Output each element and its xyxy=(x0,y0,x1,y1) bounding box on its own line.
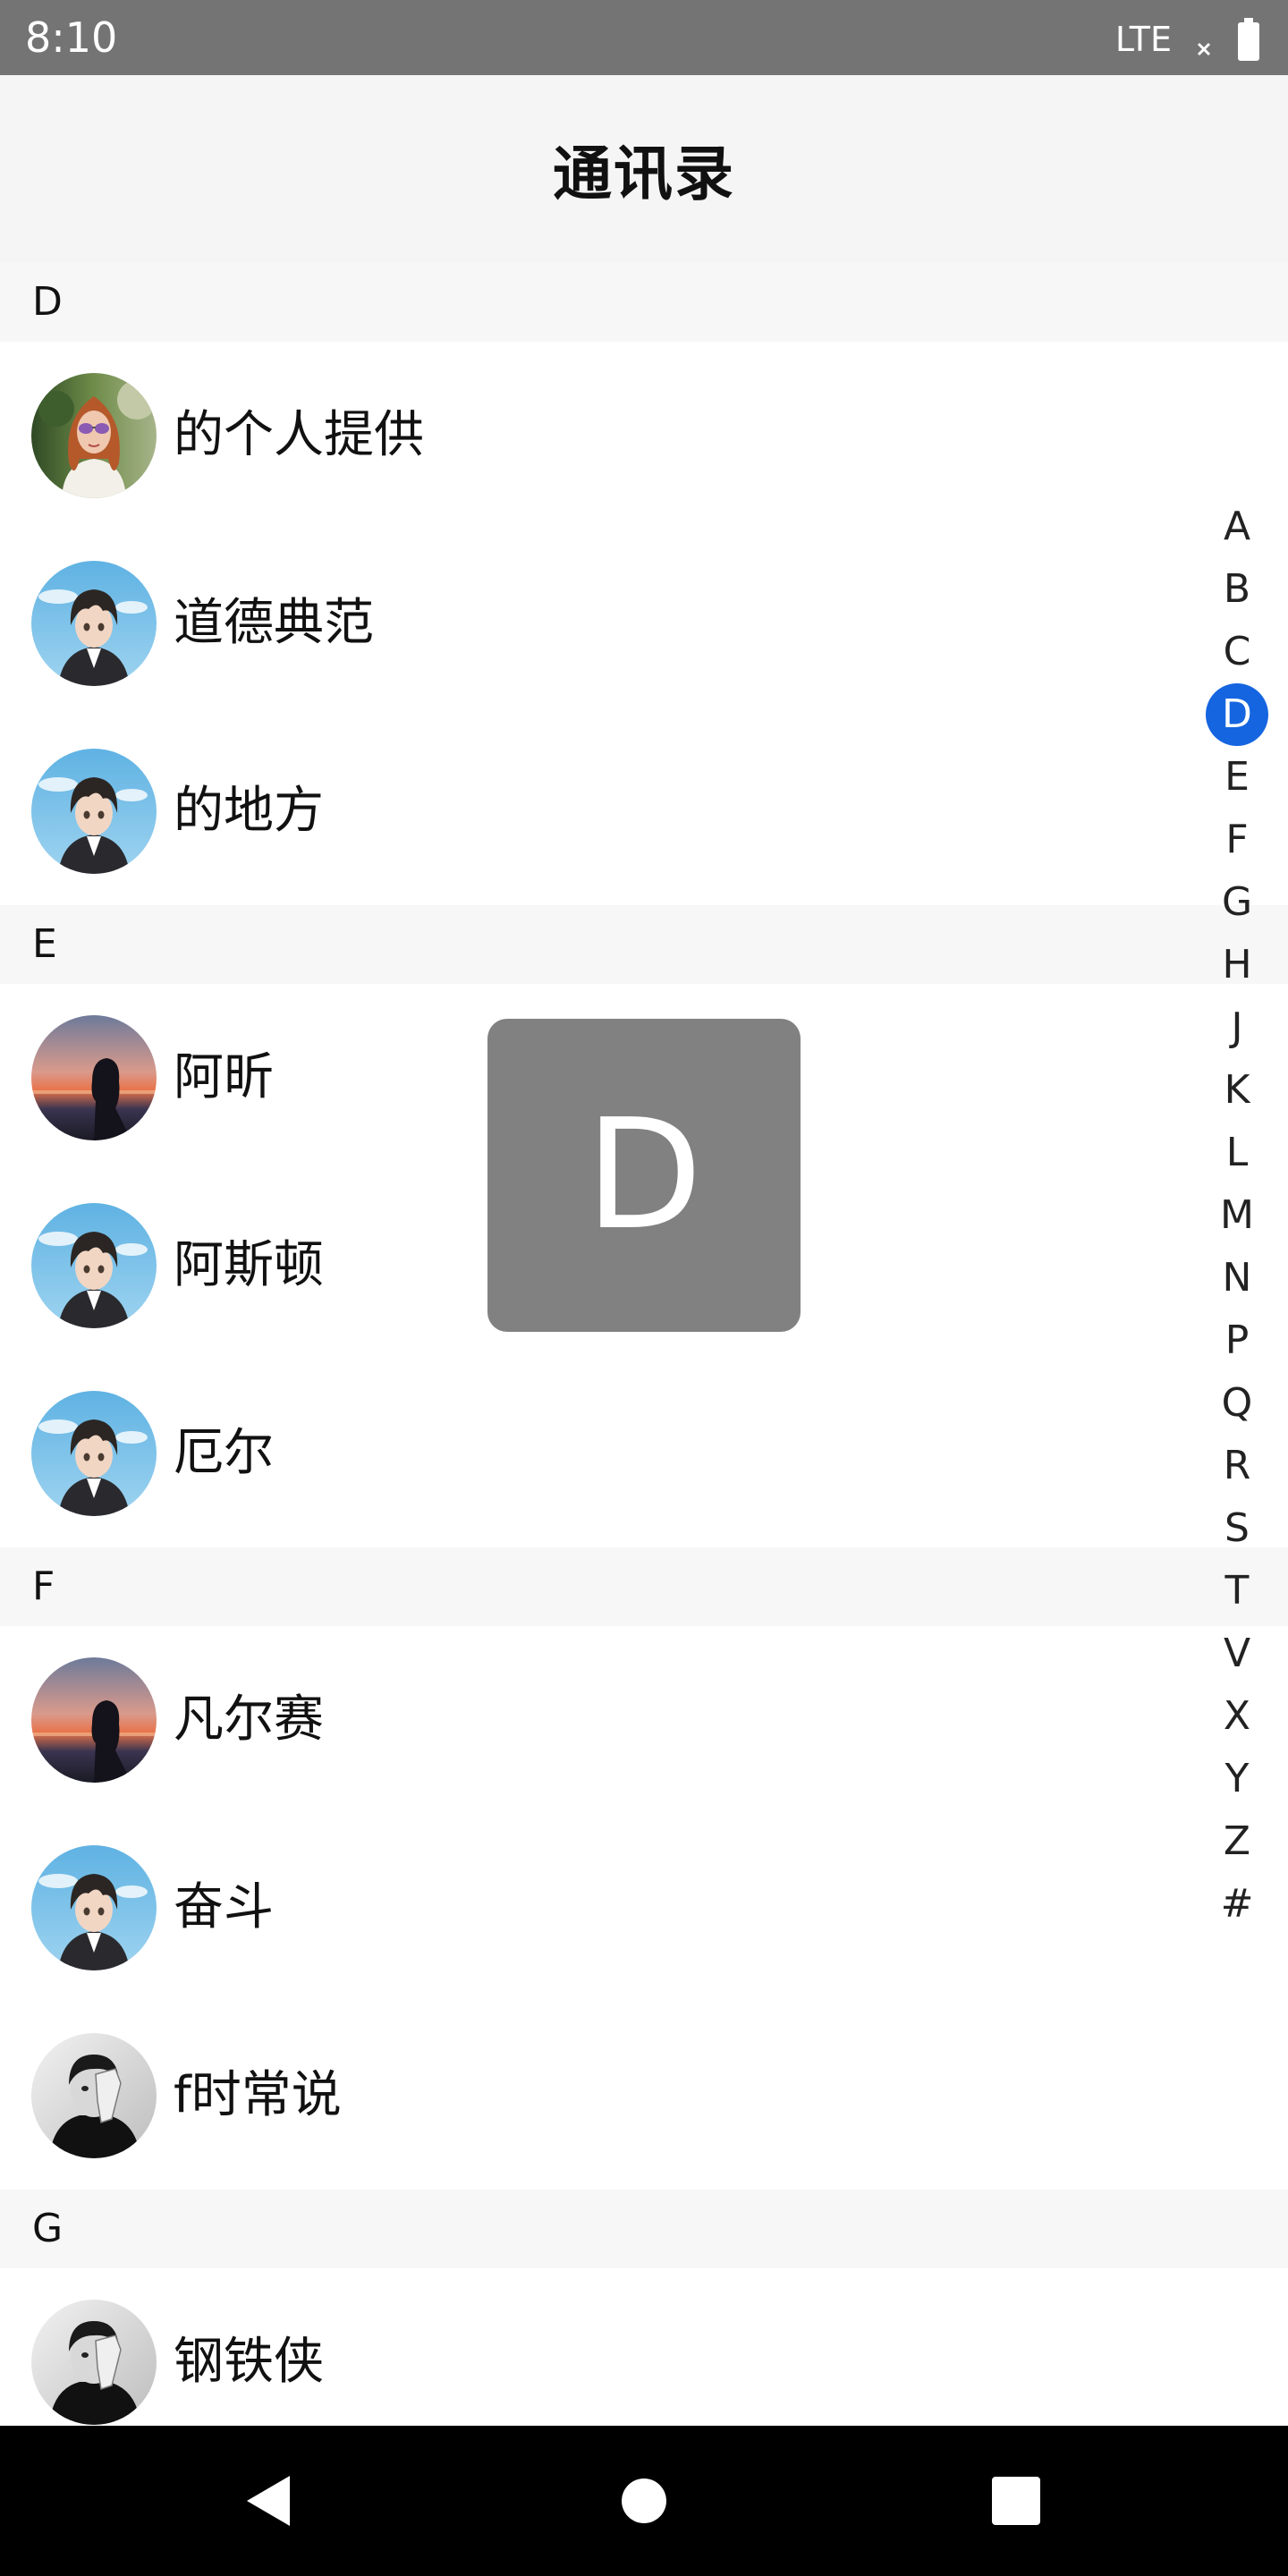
contact-name: 道德典范 xyxy=(174,594,374,652)
page-title: 通讯录 xyxy=(553,140,735,208)
title-bar: 通讯录 xyxy=(0,75,1288,263)
status-time: 8:10 xyxy=(25,13,118,62)
status-bar: 8:10 LTE xyxy=(0,0,1288,75)
index-letter[interactable]: M xyxy=(1206,1184,1268,1247)
contact-row[interactable]: 凡尔赛 xyxy=(0,1626,1288,1814)
index-letter[interactable]: C xyxy=(1206,621,1268,683)
contact-row[interactable]: f时常说 xyxy=(0,2002,1288,2190)
index-letter[interactable]: F xyxy=(1206,809,1268,871)
contact-row[interactable]: 的个人提供 xyxy=(0,342,1288,530)
avatar xyxy=(31,749,157,874)
index-letter[interactable]: E xyxy=(1206,746,1268,809)
contact-row[interactable]: 奋斗 xyxy=(0,1814,1288,2002)
avatar xyxy=(31,1015,157,1140)
alphabet-index[interactable]: A B C D E F G H J K L M N P Q R S T V X Y Z # xyxy=(1190,496,1288,1936)
avatar xyxy=(31,373,157,498)
contact-name: f时常说 xyxy=(174,2066,342,2124)
recents-icon xyxy=(992,2477,1040,2525)
index-letter[interactable]: A xyxy=(1206,496,1268,558)
index-letter[interactable]: D xyxy=(1206,683,1268,746)
index-letter[interactable]: T xyxy=(1206,1560,1268,1623)
avatar xyxy=(31,1845,157,1970)
index-letter[interactable]: K xyxy=(1206,1059,1268,1122)
section-header: G xyxy=(0,2190,1288,2268)
contacts-screen: 8:10 LTE 通讯录 D 的个人提供 道德典范 的地方 E 阿昕 阿斯顿 厄… xyxy=(0,0,1288,2576)
back-button[interactable] xyxy=(233,2465,304,2537)
section-letter: G xyxy=(32,2206,64,2251)
contact-row[interactable]: 的地方 xyxy=(0,717,1288,905)
section-header: E xyxy=(0,905,1288,984)
home-icon xyxy=(622,2479,666,2523)
battery-icon xyxy=(1238,18,1259,61)
back-icon xyxy=(247,2476,290,2526)
section-header: F xyxy=(0,1547,1288,1626)
contact-name: 钢铁侠 xyxy=(174,2333,324,2391)
signal-off-icon xyxy=(1197,42,1211,56)
contact-row[interactable]: 道德典范 xyxy=(0,530,1288,717)
index-letter[interactable]: N xyxy=(1206,1247,1268,1309)
recents-button[interactable] xyxy=(980,2465,1052,2537)
section-letter: D xyxy=(32,279,63,325)
index-letter[interactable]: V xyxy=(1206,1623,1268,1685)
avatar xyxy=(31,2300,157,2425)
contact-name: 的地方 xyxy=(174,782,324,840)
contact-name: 凡尔赛 xyxy=(174,1690,324,1749)
avatar xyxy=(31,561,157,686)
contact-list[interactable]: D 的个人提供道德典范的地方 E 阿昕阿斯顿厄尔 F 凡尔赛奋斗 f时常说 G 钢铁侠 xyxy=(0,263,1288,2456)
index-letter[interactable]: L xyxy=(1206,1122,1268,1184)
section-letter: F xyxy=(32,1563,55,1609)
contact-name: 奋斗 xyxy=(174,1878,274,1936)
index-letter[interactable]: G xyxy=(1206,871,1268,934)
index-letter[interactable]: Z xyxy=(1206,1810,1268,1873)
index-letter[interactable]: X xyxy=(1206,1685,1268,1748)
status-icons: LTE xyxy=(1115,14,1261,64)
contact-name: 阿斯顿 xyxy=(174,1236,324,1294)
contact-name: 的个人提供 xyxy=(174,406,424,464)
avatar xyxy=(31,1391,157,1516)
home-button[interactable] xyxy=(608,2465,680,2537)
index-letter[interactable]: H xyxy=(1206,934,1268,996)
navigation-bar xyxy=(0,2426,1288,2576)
avatar xyxy=(31,1657,157,1783)
index-letter[interactable]: B xyxy=(1206,558,1268,621)
letter-overlay: D xyxy=(487,1019,801,1332)
index-letter[interactable]: S xyxy=(1206,1497,1268,1560)
index-letter[interactable]: P xyxy=(1206,1309,1268,1372)
contact-row[interactable]: 厄尔 xyxy=(0,1360,1288,1547)
index-letter[interactable]: Y xyxy=(1206,1748,1268,1810)
contact-name: 厄尔 xyxy=(174,1424,274,1482)
index-letter[interactable]: J xyxy=(1206,996,1268,1059)
network-type: LTE xyxy=(1114,20,1172,59)
avatar xyxy=(31,1203,157,1328)
contact-name: 阿昕 xyxy=(174,1048,274,1106)
section-header: D xyxy=(0,263,1288,342)
index-letter[interactable]: R xyxy=(1206,1435,1268,1497)
section-letter: E xyxy=(32,921,57,967)
index-letter[interactable]: # xyxy=(1206,1873,1268,1936)
avatar xyxy=(31,2033,157,2158)
index-letter[interactable]: Q xyxy=(1206,1372,1268,1435)
